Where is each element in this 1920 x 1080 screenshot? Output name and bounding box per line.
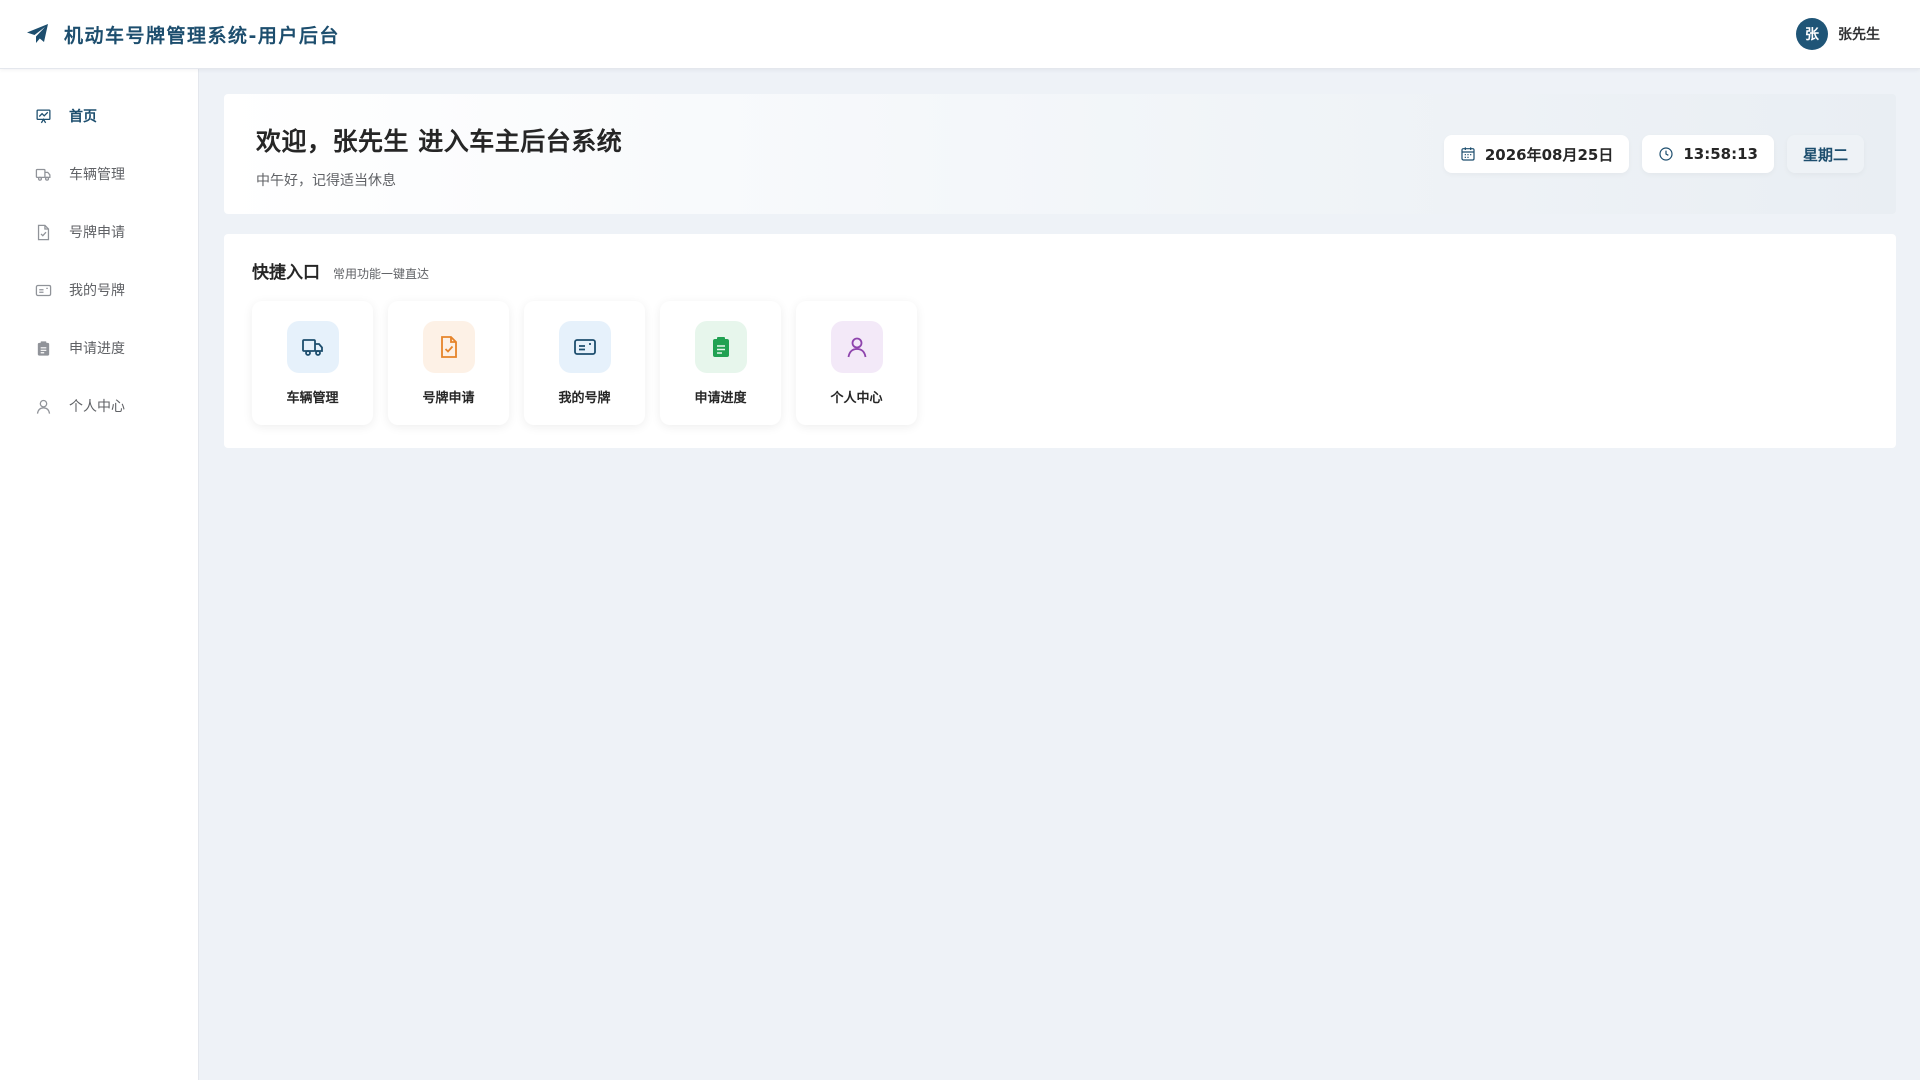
- avatar[interactable]: 张: [1796, 18, 1828, 50]
- quick-card-plate-apply[interactable]: 号牌申请: [388, 301, 509, 425]
- top-header: 机动车号牌管理系统-用户后台 张 张先生: [0, 0, 1920, 69]
- card-icon: [35, 282, 52, 299]
- document-check-icon: [422, 321, 475, 373]
- quick-card-my-plates[interactable]: 我的号牌: [524, 301, 645, 425]
- quick-entry-cards: 车辆管理 号牌申请 我的号牌 申请进度 个人中心: [252, 301, 1868, 425]
- quick-entry-subtitle: 常用功能一键直达: [333, 267, 430, 281]
- document-check-icon: [35, 224, 52, 241]
- sidebar-item-progress[interactable]: 申请进度: [0, 319, 198, 377]
- sidebar-item-label: 首页: [69, 109, 97, 125]
- quick-entry-panel: 快捷入口 常用功能一键直达 车辆管理 号牌申请 我的号牌 申请进度 个人中心: [224, 234, 1896, 448]
- quick-card-label: 个人中心: [830, 391, 883, 406]
- card-icon: [558, 321, 611, 373]
- brand[interactable]: 机动车号牌管理系统-用户后台: [26, 21, 340, 48]
- user-menu[interactable]: 张 张先生: [1796, 18, 1880, 50]
- clipboard-icon: [694, 321, 747, 373]
- welcome-subtitle: 中午好，记得适当休息: [256, 173, 396, 189]
- sidebar-item-profile[interactable]: 个人中心: [0, 377, 198, 435]
- truck-icon: [286, 321, 339, 373]
- quick-card-label: 我的号牌: [558, 391, 611, 406]
- quick-card-label: 车辆管理: [286, 391, 339, 406]
- truck-icon: [35, 166, 52, 183]
- quick-card-vehicles[interactable]: 车辆管理: [252, 301, 373, 425]
- time-text: 13:58:13: [1683, 145, 1758, 163]
- sidebar-item-home[interactable]: 首页: [0, 87, 198, 145]
- date-text: 2026年08月25日: [1484, 145, 1614, 164]
- quick-card-label: 申请进度: [694, 391, 747, 406]
- weekday-text: 星期二: [1802, 145, 1848, 164]
- quick-entry-header: 快捷入口 常用功能一键直达: [252, 258, 1868, 283]
- sidebar-item-label: 车辆管理: [69, 167, 125, 183]
- calendar-icon: [1460, 146, 1476, 162]
- sidebar-item-vehicles[interactable]: 车辆管理: [0, 145, 198, 203]
- app-title: 机动车号牌管理系统-用户后台: [64, 24, 340, 47]
- sidebar: 首页 车辆管理 号牌申请 我的号牌 申请进度 个人中心: [0, 69, 199, 1080]
- date-pill: 2026年08月25日: [1443, 135, 1630, 173]
- sidebar-item-label: 号牌申请: [69, 225, 125, 241]
- quick-card-profile[interactable]: 个人中心: [796, 301, 917, 425]
- welcome-banner: 欢迎，张先生 进入车主后台系统 中午好，记得适当休息 2026年08月25日 1…: [224, 94, 1896, 214]
- quick-card-progress[interactable]: 申请进度: [660, 301, 781, 425]
- sidebar-item-my-plates[interactable]: 我的号牌: [0, 261, 198, 319]
- user-icon: [35, 398, 52, 415]
- sidebar-item-label: 个人中心: [69, 399, 125, 415]
- clock-icon: [1658, 146, 1674, 162]
- user-icon: [830, 321, 883, 373]
- time-pill: 13:58:13: [1642, 135, 1774, 173]
- paper-plane-icon: [26, 22, 50, 46]
- quick-card-label: 号牌申请: [422, 391, 475, 406]
- sidebar-item-label: 我的号牌: [69, 283, 125, 299]
- user-name[interactable]: 张先生: [1838, 24, 1880, 44]
- weekday-pill: 星期二: [1786, 135, 1864, 173]
- sidebar-item-label: 申请进度: [69, 341, 125, 357]
- dashboard-chart-icon: [35, 108, 52, 125]
- clipboard-icon: [35, 340, 52, 357]
- quick-entry-title: 快捷入口: [252, 263, 320, 283]
- sidebar-item-plate-apply[interactable]: 号牌申请: [0, 203, 198, 261]
- datetime-pills: 2026年08月25日 13:58:13 星期二: [1443, 135, 1864, 173]
